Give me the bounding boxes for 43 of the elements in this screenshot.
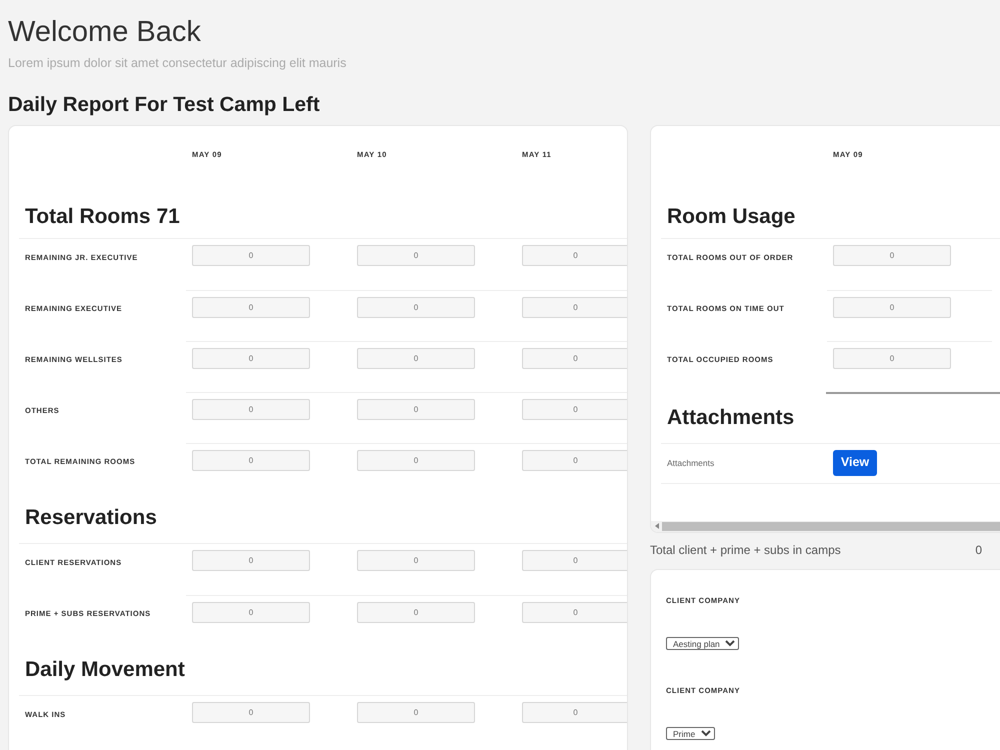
scroll-left-icon[interactable]	[654, 523, 658, 530]
value-field[interactable]: 0	[357, 398, 475, 420]
value-field[interactable]: 0	[522, 296, 627, 318]
section-title: Room Usage	[667, 204, 796, 230]
value-field[interactable]: 0	[357, 550, 475, 571]
value-field[interactable]: 0	[522, 398, 627, 420]
value-field[interactable]: 0	[192, 702, 310, 723]
value-field[interactable]: 0	[192, 450, 310, 471]
value-field[interactable]: 0	[357, 296, 475, 318]
value-field[interactable]: 0	[833, 348, 951, 369]
value-field[interactable]: 0	[522, 348, 627, 369]
value-field[interactable]: 0	[357, 348, 475, 369]
value-field[interactable]: 0	[833, 296, 951, 318]
value-field[interactable]: 0	[357, 244, 475, 266]
section-title: Reservations	[25, 505, 157, 532]
section-title: Attachments	[667, 405, 794, 432]
value-field[interactable]: 0	[192, 602, 310, 623]
section-title: Total Rooms 71	[25, 204, 180, 230]
value-field[interactable]: 0	[522, 702, 627, 723]
page-subtitle: Lorem ipsum dolor sit amet consectetur adipiscing elit mauris	[8, 55, 348, 72]
value-field[interactable]: 0	[192, 398, 310, 420]
value-field[interactable]: 0	[522, 450, 627, 471]
value-field[interactable]: 0	[833, 244, 951, 266]
company-select[interactable]: Prime	[666, 726, 715, 740]
value-field[interactable]: 0	[522, 602, 627, 623]
value-field[interactable]: 0	[192, 348, 310, 369]
section-title: Daily Movement	[25, 657, 185, 684]
value-field[interactable]: 0	[357, 602, 475, 623]
view-button[interactable]: View	[833, 450, 877, 476]
total-label: Total client + prime + subs in camps	[650, 542, 841, 559]
value-field[interactable]: 0	[522, 550, 627, 571]
page-title: Welcome Back	[8, 15, 202, 50]
report-title: Daily Report For Test Camp Left	[8, 92, 321, 117]
scrollbar-thumb[interactable]	[662, 522, 1000, 531]
company-select[interactable]: Aesting plan	[666, 636, 739, 650]
value-field[interactable]: 0	[192, 296, 310, 318]
value-field[interactable]: 0	[357, 450, 475, 471]
value-field[interactable]: 0	[357, 702, 475, 723]
total-value: 0	[975, 542, 982, 559]
value-field[interactable]: 0	[192, 244, 310, 266]
row-label: Attachments	[666, 456, 716, 470]
value-field[interactable]: 0	[192, 550, 310, 571]
value-field[interactable]: 0	[522, 244, 627, 266]
